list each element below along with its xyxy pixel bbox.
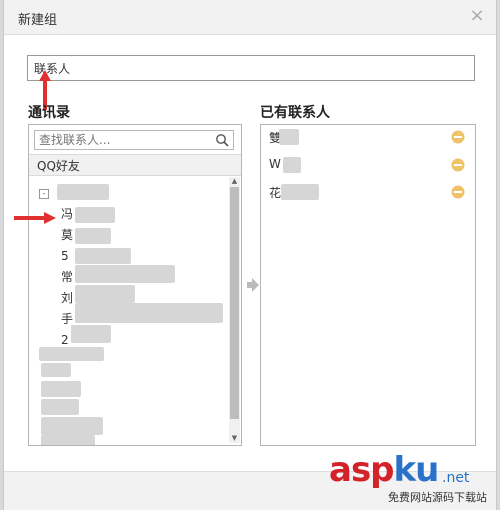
blurred-contact-name bbox=[279, 129, 299, 145]
tree-item[interactable]: 刘 bbox=[61, 289, 73, 307]
tree-item[interactable]: 5 bbox=[61, 247, 69, 265]
group-name-input[interactable] bbox=[27, 55, 475, 81]
blurred-contact-name bbox=[281, 184, 319, 200]
blurred-contact bbox=[71, 325, 111, 343]
selected-contact-row[interactable]: 花 bbox=[261, 182, 475, 202]
collapse-toggle[interactable]: - bbox=[39, 189, 49, 199]
tree-item-label: 2 bbox=[61, 333, 69, 347]
scroll-up-icon[interactable]: ▲ bbox=[229, 177, 240, 186]
remove-contact-icon[interactable] bbox=[451, 158, 465, 172]
selected-contact-row[interactable]: 雙 bbox=[261, 127, 475, 147]
blurred-contact-name bbox=[283, 157, 301, 173]
tree-item-label: 常 bbox=[61, 270, 74, 284]
blurred-contact bbox=[75, 248, 131, 264]
tree-item[interactable]: 常 bbox=[61, 268, 73, 286]
blurred-contact bbox=[75, 285, 135, 303]
contact-search-box bbox=[34, 130, 234, 150]
contact-tree: - 冯 莫 5 常 刘 手 2 bbox=[29, 177, 229, 445]
blurred-contact bbox=[75, 207, 115, 223]
dialog-titlebar: 新建组 × bbox=[4, 0, 496, 35]
scroll-thumb[interactable] bbox=[230, 187, 239, 419]
tree-item-label: 手 bbox=[61, 312, 74, 326]
blurred-contact bbox=[41, 381, 81, 397]
tree-item[interactable]: 冯 bbox=[61, 205, 73, 223]
selected-contacts-panel: 雙 W 花 bbox=[260, 124, 476, 446]
blurred-contact bbox=[75, 265, 175, 283]
contact-tree-scrollbar[interactable]: ▲ ▼ bbox=[229, 177, 240, 443]
selected-contact-name: W bbox=[269, 157, 281, 171]
group-header-qq-friends[interactable]: QQ好友 bbox=[29, 154, 241, 176]
blurred-contact bbox=[41, 435, 95, 445]
tree-item[interactable]: 莫 bbox=[61, 226, 73, 244]
contact-directory-panel: QQ好友 - 冯 莫 5 常 刘 手 2 ▲ bbox=[28, 124, 242, 446]
watermark-subtitle: 免费网站源码下载站 bbox=[388, 491, 487, 504]
remove-contact-icon[interactable] bbox=[451, 130, 465, 144]
contact-search-input[interactable] bbox=[35, 131, 218, 149]
search-icon[interactable] bbox=[215, 133, 229, 147]
transfer-arrow-icon[interactable] bbox=[247, 278, 259, 292]
blurred-group-name bbox=[57, 184, 109, 200]
tree-item-label: 刘 bbox=[61, 291, 74, 305]
blurred-contact bbox=[75, 303, 223, 323]
right-section-heading: 已有联系人 bbox=[260, 105, 330, 121]
blurred-contact bbox=[39, 347, 104, 361]
blurred-contact bbox=[41, 363, 71, 377]
tree-item-label: 莫 bbox=[61, 228, 74, 242]
close-icon[interactable]: × bbox=[468, 7, 486, 25]
blurred-contact bbox=[41, 417, 103, 435]
tree-item-label: 冯 bbox=[61, 207, 74, 221]
watermark-logo: aspku bbox=[329, 450, 440, 490]
selected-contact-row[interactable]: W bbox=[261, 155, 475, 175]
dialog-title: 新建组 bbox=[18, 13, 58, 28]
new-group-dialog: 新建组 × 通讯录 已有联系人 QQ好友 - 冯 莫 5 常 刘 bbox=[4, 0, 496, 510]
tree-item-label: 5 bbox=[61, 249, 69, 263]
watermark-net: .net bbox=[442, 470, 470, 486]
selected-contact-name: 花 bbox=[269, 186, 282, 200]
annotation-arrow-right bbox=[14, 212, 56, 224]
left-section-heading: 通讯录 bbox=[28, 105, 70, 121]
watermark-ku: ku bbox=[393, 450, 440, 490]
scroll-down-icon[interactable]: ▼ bbox=[229, 434, 240, 443]
watermark-asp: asp bbox=[329, 450, 395, 490]
blurred-contact bbox=[75, 228, 111, 244]
blurred-contact bbox=[41, 399, 79, 415]
remove-contact-icon[interactable] bbox=[451, 185, 465, 199]
